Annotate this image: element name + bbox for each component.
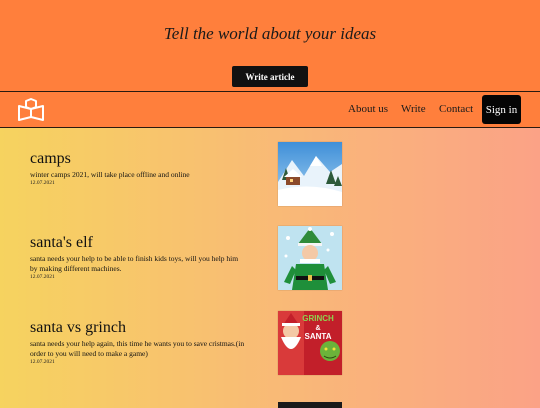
post-date: 12.07.2021 (30, 180, 55, 186)
nav-link-write[interactable]: Write (401, 103, 426, 115)
image-caption-line: SANTA (305, 332, 332, 341)
post-item[interactable]: santa's elf santa needs your help to be … (0, 226, 540, 318)
nav-link-contact[interactable]: Contact (439, 103, 473, 115)
nav-link-about-us[interactable]: About us (348, 103, 388, 115)
post-item[interactable]: santa vs grinch santa needs your help ag… (0, 311, 540, 403)
grinch-santa-image[interactable]: GRINCH & SANTA (278, 311, 342, 375)
navbar: About us Write Contact Sign in (0, 91, 540, 128)
post-description: winter camps 2021, will take place offli… (30, 170, 190, 179)
hero-banner: Tell the world about your ideas Write ar… (0, 0, 540, 91)
post-date: 12.07.2021 (30, 359, 55, 365)
image-caption-line: & (315, 325, 320, 332)
hero-title: Tell the world about your ideas (163, 24, 377, 43)
write-article-button[interactable]: Write article (232, 66, 308, 87)
snowy-cabin-image[interactable] (278, 142, 342, 206)
image-caption-line: GRINCH (302, 314, 334, 323)
post-title[interactable]: santa vs grinch (30, 319, 126, 337)
post-date: 12.07.2021 (30, 274, 55, 280)
sign-in-button[interactable]: Sign in (482, 95, 521, 124)
elf-image[interactable] (278, 226, 342, 290)
post-description: santa needs your help to be able to fini… (30, 254, 239, 273)
post-item[interactable]: camps winter camps 2021, will take place… (0, 142, 540, 234)
post-description: santa needs your help again, this time h… (30, 339, 245, 358)
next-post-thumbnail[interactable] (278, 402, 342, 408)
open-book-icon[interactable] (17, 98, 45, 122)
post-title[interactable]: santa's elf (30, 234, 93, 252)
post-title[interactable]: camps (30, 150, 71, 168)
